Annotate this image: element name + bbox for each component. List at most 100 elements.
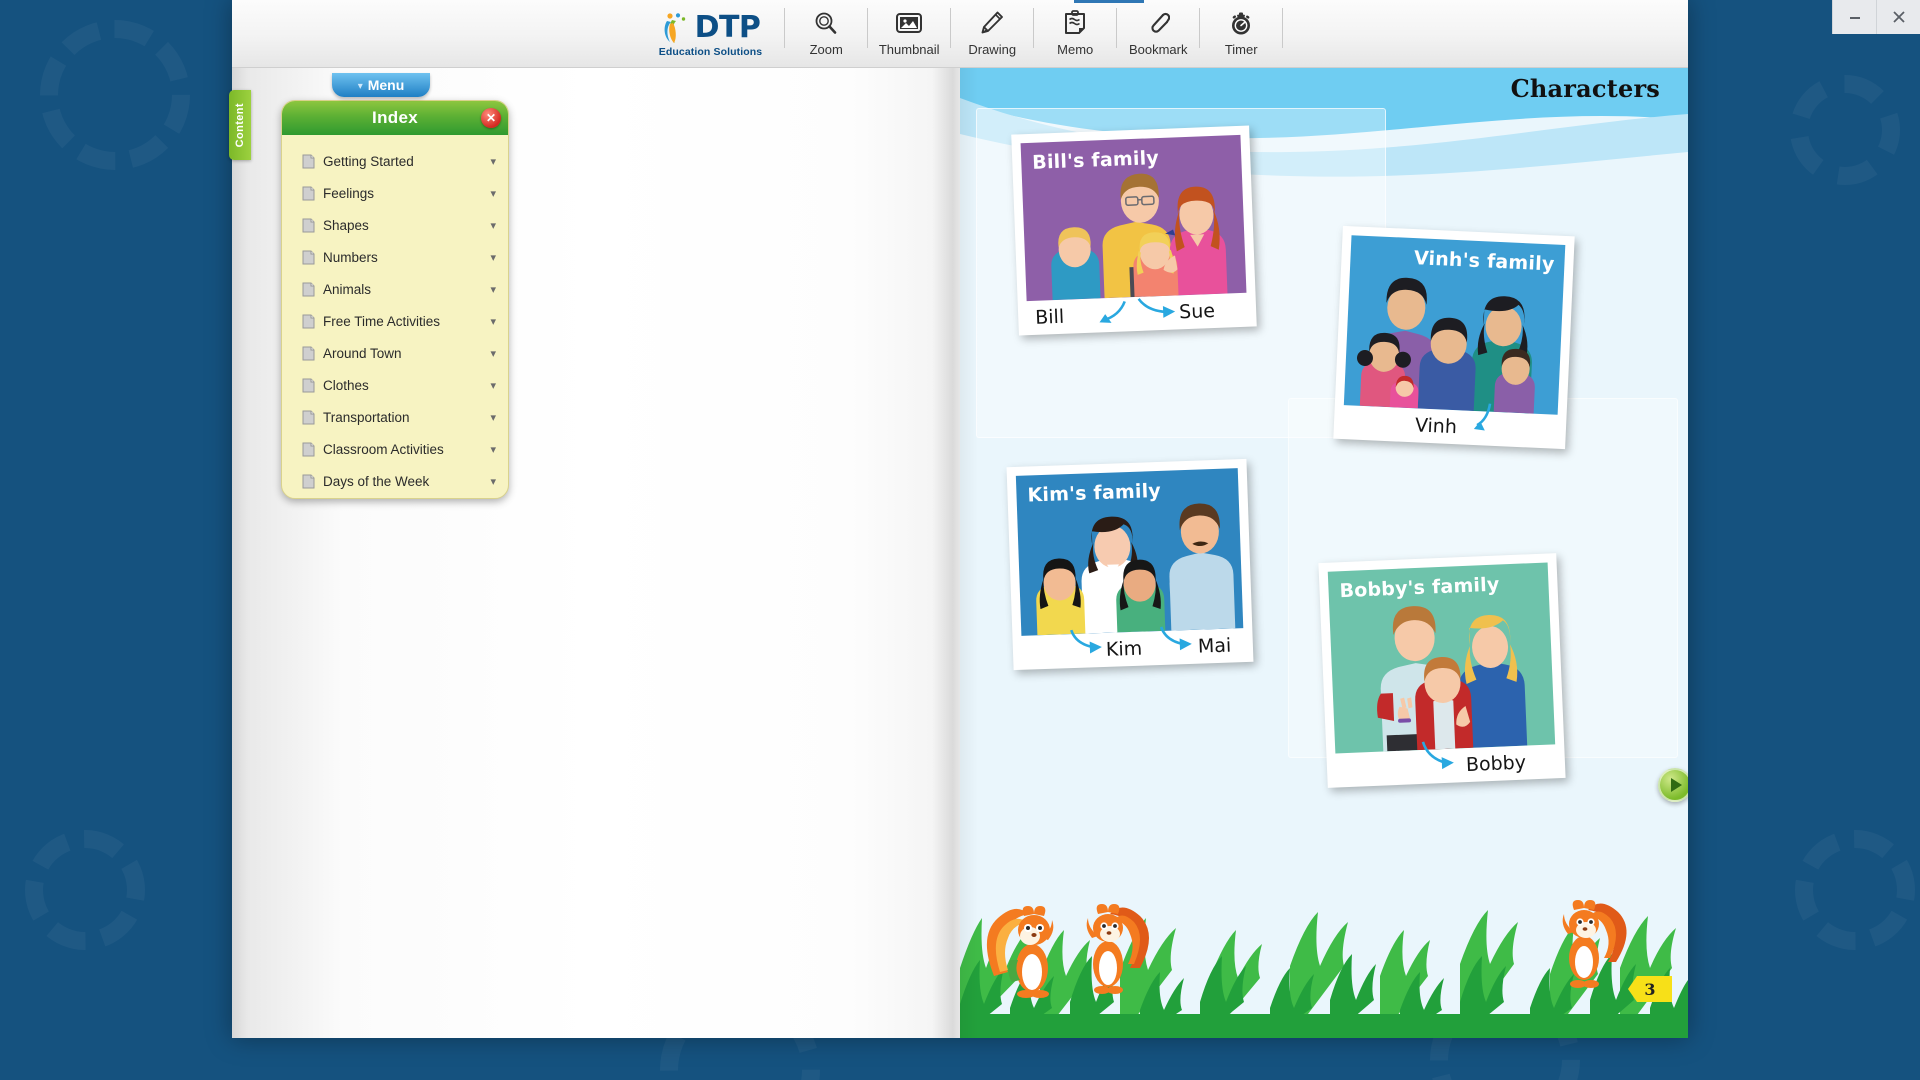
index-item-label: Shapes (323, 217, 369, 233)
book-page-icon (302, 154, 315, 168)
brand-tagline: Education Solutions (658, 46, 763, 58)
toolbar-label-drawing: Drawing (968, 42, 1017, 57)
photo-card-bills-family[interactable]: Bill's family Bill Sue (1011, 125, 1257, 336)
index-item-free-time-activities[interactable]: Free Time Activities ▾ (282, 305, 508, 337)
index-item-clothes[interactable]: Clothes ▾ (282, 369, 508, 401)
index-title: Index (372, 108, 418, 127)
clipboard-note-icon (1063, 7, 1087, 39)
chevron-down-icon[interactable]: ▾ (490, 187, 496, 200)
arrow-to-sue-icon (1137, 298, 1176, 318)
photo-card-bobbys-family[interactable]: Bobby's family Bobby (1318, 553, 1566, 788)
book-page-icon (302, 410, 315, 424)
book-page-icon (302, 474, 315, 488)
chevron-down-icon[interactable]: ▾ (490, 219, 496, 232)
photo-card-kims-family[interactable]: Kim's family Kim Mai (1006, 458, 1254, 671)
book-page-icon (302, 250, 315, 264)
index-item-days-of-the-week[interactable]: Days of the Week ▾ (282, 465, 508, 497)
index-item-getting-started[interactable]: Getting Started ▾ (282, 145, 508, 177)
chevron-down-icon[interactable]: ▾ (490, 475, 496, 488)
photo-vinhs-family: Vinh's family (1343, 235, 1566, 415)
index-item-animals[interactable]: Animals ▾ (282, 273, 508, 305)
dtp-mark-icon (664, 12, 685, 43)
menu-tab[interactable]: ▾ Menu (332, 73, 430, 97)
index-item-label: Numbers (323, 249, 378, 265)
book-page-icon (302, 346, 315, 360)
index-close-button[interactable]: ✕ (481, 108, 501, 128)
close-icon (1892, 11, 1905, 23)
card-title-kims-family: Kim's family (1027, 479, 1162, 507)
index-item-list: Getting Started ▾ Feelings ▾ Shapes ▾ Nu… (282, 135, 508, 505)
image-icon (895, 7, 923, 39)
index-item-label: Days of the Week (323, 473, 430, 489)
chevron-down-icon[interactable]: ▾ (490, 283, 496, 296)
chevron-down-icon[interactable]: ▾ (490, 379, 496, 392)
toolbar-label-thumbnail: Thumbnail (878, 42, 940, 57)
book-page-icon (302, 218, 315, 232)
chevron-down-icon[interactable]: ▾ (490, 411, 496, 424)
index-item-label: Classroom Activities (323, 441, 444, 457)
arrow-to-bill-icon (1099, 300, 1126, 323)
photo-card-vinhs-family[interactable]: Vinh's family Vinh (1333, 225, 1575, 450)
index-item-label: Clothes (323, 377, 369, 393)
book-page-icon (302, 442, 315, 456)
next-page-button[interactable] (1658, 768, 1688, 802)
photo-kims-family: Kim's family (1015, 468, 1244, 636)
index-item-around-town[interactable]: Around Town ▾ (282, 337, 508, 369)
content-side-tab[interactable]: Content (229, 90, 251, 160)
content-tab-label: Content (234, 102, 246, 148)
chevron-down-icon[interactable]: ▾ (490, 347, 496, 360)
caption-mai: Mai (1197, 634, 1232, 658)
minimize-icon (1849, 17, 1860, 19)
magnifier-icon (813, 7, 839, 39)
toolbar-button-memo[interactable]: Memo (1034, 0, 1116, 62)
arrow-to-mai-icon (1159, 626, 1192, 651)
index-item-shapes[interactable]: Shapes ▾ (282, 209, 508, 241)
chevron-down-icon[interactable]: ▾ (490, 251, 496, 264)
page-number-tag: 3 (1628, 976, 1672, 1002)
chevron-down-icon[interactable]: ▾ (490, 443, 496, 456)
toolbar-button-zoom[interactable]: Zoom (785, 0, 867, 62)
book-page-right: Characters Bill's family Bill Sue Vinh's… (960, 68, 1688, 1038)
caption-sue: Sue (1178, 299, 1216, 324)
caption-bill: Bill (1034, 305, 1065, 329)
pencil-icon (979, 7, 1005, 39)
index-item-classroom-activities[interactable]: Classroom Activities ▾ (282, 433, 508, 465)
decorative-gear-icon (1790, 75, 1900, 185)
index-panel-header: Index ✕ (282, 101, 508, 135)
caption-row-kims-family: Kim Mai (1021, 626, 1244, 670)
brand-name: DTP (694, 10, 761, 45)
close-icon: ✕ (485, 111, 497, 125)
index-item-numbers[interactable]: Numbers ▾ (282, 241, 508, 273)
chevron-down-icon: ▾ (357, 80, 363, 92)
grass-illustration (960, 900, 1688, 1038)
chevron-down-icon[interactable]: ▾ (490, 315, 496, 328)
index-item-feelings[interactable]: Feelings ▾ (282, 177, 508, 209)
next-arrow-icon (1671, 778, 1682, 792)
index-item-label: Free Time Activities (323, 313, 441, 329)
index-item-transportation[interactable]: Transportation ▾ (282, 401, 508, 433)
toolbar-button-bookmark[interactable]: Bookmark (1117, 0, 1199, 62)
book-page-icon (302, 314, 315, 328)
toolbar-label-timer: Timer (1224, 42, 1258, 57)
decorative-gear-icon (1795, 830, 1915, 950)
book-page-icon (302, 282, 315, 296)
toolbar-label-zoom: Zoom (809, 42, 843, 57)
book-page-icon (302, 378, 315, 392)
index-item-label: Around Town (323, 345, 402, 361)
window-controls (1832, 0, 1920, 34)
menu-tab-label: Menu (367, 77, 405, 93)
chevron-down-icon[interactable]: ▾ (490, 155, 496, 168)
arrow-to-kim-icon (1070, 629, 1102, 654)
toolbar-label-bookmark: Bookmark (1128, 42, 1188, 57)
close-button[interactable] (1876, 0, 1920, 34)
page-number-value: 3 (1644, 979, 1656, 999)
toolbar-button-timer[interactable]: Timer (1200, 0, 1282, 62)
active-tab-indicator (1074, 0, 1144, 3)
paperclip-icon (1146, 7, 1171, 39)
stopwatch-icon (1228, 7, 1254, 39)
decorative-gear-icon (40, 20, 190, 170)
toolbar-button-thumbnail[interactable]: Thumbnail (868, 0, 950, 62)
toolbar-button-drawing[interactable]: Drawing (951, 0, 1033, 62)
minimize-button[interactable] (1832, 0, 1876, 34)
photo-bobbys-family: Bobby's family (1327, 562, 1556, 754)
